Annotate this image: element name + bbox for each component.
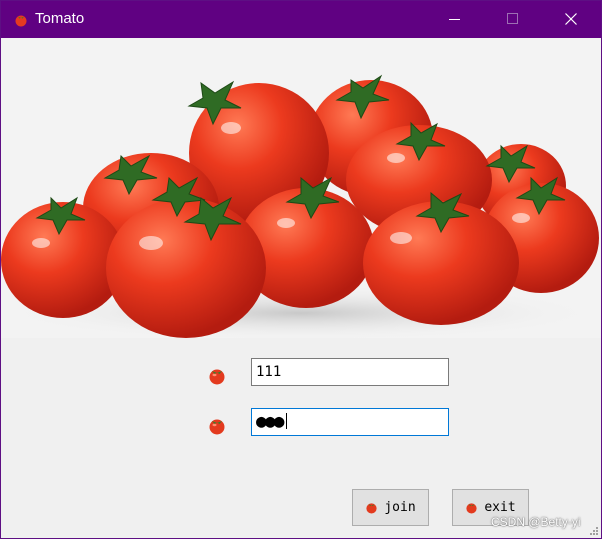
minimize-button[interactable]: [427, 1, 485, 38]
password-row: ●●●: [1, 408, 601, 438]
username-row: 111: [1, 358, 601, 388]
resize-grip-icon[interactable]: [590, 527, 599, 536]
tomato-icon: [209, 419, 225, 435]
window-title: Tomato: [35, 10, 85, 27]
tomato-icon: [209, 369, 225, 385]
maximize-icon: [507, 13, 518, 24]
join-label: join: [384, 500, 416, 515]
minimize-icon: [449, 19, 460, 20]
maximize-button[interactable]: [485, 1, 543, 38]
text-caret: [285, 413, 287, 429]
username-input[interactable]: 111: [251, 358, 449, 386]
close-icon: [565, 13, 577, 25]
app-window: Tomato 111 ●●● join exit CSDN @Betty-yi: [0, 0, 602, 539]
tomatoes-photo: [1, 38, 601, 338]
tomato-icon: [466, 503, 477, 514]
password-input[interactable]: ●●●: [251, 408, 449, 436]
password-mask: ●●●: [256, 411, 284, 432]
title-bar[interactable]: Tomato: [1, 1, 601, 38]
tomato-icon: [15, 15, 27, 27]
watermark: CSDN @Betty-yi: [491, 515, 581, 529]
tomato-icon: [366, 503, 377, 514]
join-button[interactable]: join: [352, 489, 429, 526]
close-button[interactable]: [543, 1, 601, 38]
exit-label: exit: [484, 500, 516, 515]
